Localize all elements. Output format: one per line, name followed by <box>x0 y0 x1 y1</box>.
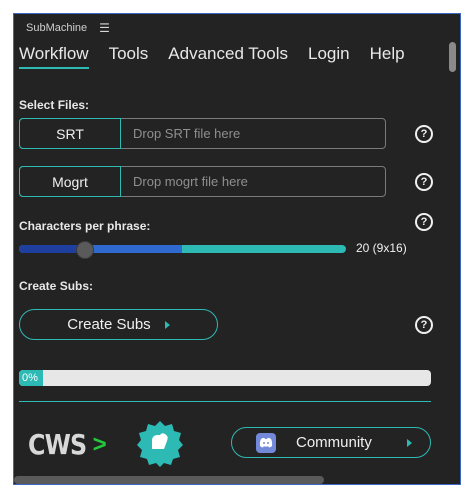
mogrt-file-row: Mogrt Drop mogrt file here <box>19 166 386 197</box>
tab-advanced-tools[interactable]: Advanced Tools <box>168 44 288 69</box>
tab-workflow[interactable]: Workflow <box>19 44 89 69</box>
community-button[interactable]: Community <box>231 427 431 458</box>
tab-tools[interactable]: Tools <box>109 44 149 69</box>
srt-file-row: SRT Drop SRT file here <box>19 118 386 149</box>
chars-help-icon[interactable]: ? <box>415 213 433 231</box>
chars-slider-fill <box>19 245 85 253</box>
create-subs-help-icon[interactable]: ? <box>415 316 433 334</box>
progress-bar: 0% <box>19 370 431 386</box>
chars-slider-thumb[interactable] <box>76 241 95 259</box>
title-bar: SubMachine ☰ <box>26 21 110 35</box>
play-arrow-icon <box>407 438 412 447</box>
cws-chevron-icon: > <box>92 430 107 458</box>
section-divider <box>19 401 431 402</box>
chars-slider-track[interactable] <box>19 245 346 253</box>
srt-type-button[interactable]: SRT <box>19 118 121 149</box>
tab-help[interactable]: Help <box>370 44 405 69</box>
srt-drop-zone[interactable]: Drop SRT file here <box>121 119 385 148</box>
tab-login[interactable]: Login <box>308 44 350 69</box>
heart-badge-icon[interactable] <box>136 419 184 467</box>
mogrt-drop-zone[interactable]: Drop mogrt file here <box>121 167 385 196</box>
create-subs-button[interactable]: Create Subs <box>19 309 218 340</box>
chars-per-phrase-label: Characters per phrase: <box>19 219 151 233</box>
select-files-label: Select Files: <box>19 98 90 112</box>
cws-logo-text: CWS <box>28 428 87 461</box>
progress-text: 0% <box>22 372 38 384</box>
app-title: SubMachine <box>26 22 88 34</box>
discord-icon <box>256 432 276 453</box>
srt-help-icon[interactable]: ? <box>415 125 433 143</box>
hamburger-icon[interactable]: ☰ <box>99 21 110 35</box>
community-button-label: Community <box>296 434 372 451</box>
play-arrow-icon <box>164 320 170 329</box>
chars-slider-range <box>84 245 183 253</box>
create-subs-label: Create Subs: <box>19 279 94 293</box>
mogrt-help-icon[interactable]: ? <box>415 173 433 191</box>
create-subs-button-label: Create Subs <box>67 316 151 333</box>
mogrt-type-button[interactable]: Mogrt <box>19 166 121 197</box>
horizontal-scrollbar[interactable] <box>14 476 324 484</box>
extension-panel: SubMachine ☰ Workflow Tools Advanced Too… <box>13 13 461 485</box>
vertical-scrollbar[interactable] <box>449 42 456 72</box>
main-nav: Workflow Tools Advanced Tools Login Help <box>19 44 405 69</box>
chars-slider-value: 20 (9x16) <box>356 241 407 255</box>
cws-logo[interactable]: CWS > <box>28 428 107 461</box>
progress-fill: 0% <box>19 370 43 386</box>
